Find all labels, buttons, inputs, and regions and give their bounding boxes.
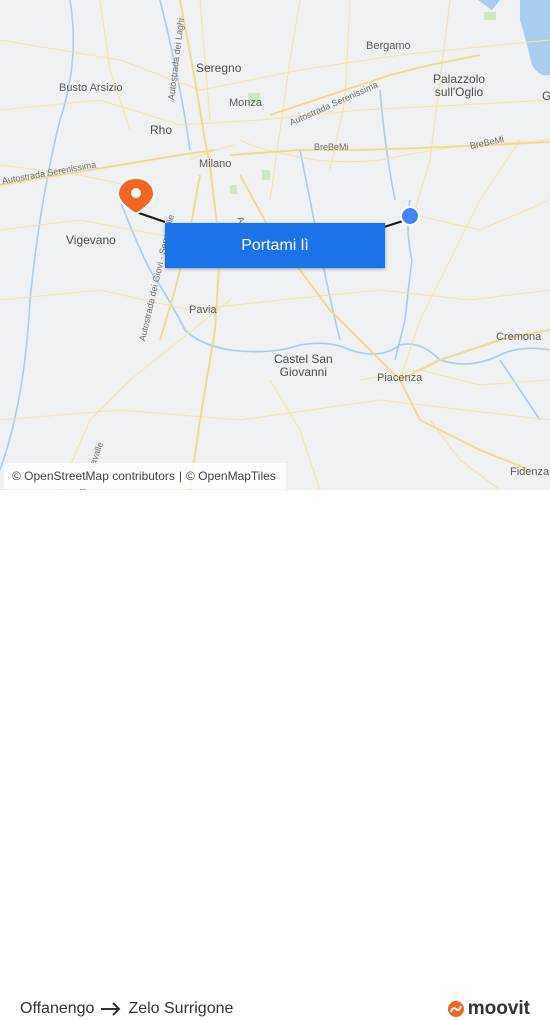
road-label-brebemi: BreBeMi: [314, 142, 349, 152]
park: [230, 185, 237, 194]
place-label-monza: Monza: [229, 97, 263, 109]
portami-li-button[interactable]: Portami lì: [165, 223, 385, 268]
place-label-edge: G: [542, 89, 550, 103]
park: [262, 170, 270, 180]
place-label-bergamo: Bergamo: [366, 40, 411, 52]
lake: [520, 0, 550, 76]
place-label-busto-arsizio: Busto Arsizio: [59, 82, 123, 94]
attribution-separator: |: [178, 469, 183, 483]
moovit-logo: moovit: [447, 998, 530, 1020]
map[interactable]: Bergamo Seregno Busto Arsizio Monza Pala…: [0, 0, 550, 490]
origin-marker[interactable]: [400, 206, 420, 226]
arrow-right-icon: [101, 1002, 121, 1016]
place-label-pavia: Pavia: [189, 304, 217, 316]
map-attribution: © OpenStreetMap contributors | © OpenMap…: [4, 463, 286, 489]
place-label-rho: Rho: [150, 123, 173, 137]
park: [484, 12, 496, 20]
place-label-cremona: Cremona: [496, 331, 542, 343]
place-label-vigevano: Vigevano: [66, 233, 116, 247]
place-label-palazzolo: Palazzolo sull'Oglio: [433, 72, 486, 99]
route-destination: Zelo Surrigone: [128, 1000, 234, 1017]
place-label-castel-san-giovanni: Castel San Giovanni: [274, 352, 333, 379]
place-label-milano: Milano: [199, 158, 232, 170]
route-origin: Offanengo: [20, 1000, 95, 1017]
moovit-logo-icon: [447, 1001, 464, 1017]
omt-attribution-link[interactable]: © OpenMapTiles: [186, 469, 276, 483]
place-label-seregno: Seregno: [196, 61, 242, 75]
place-label-piacenza: Piacenza: [377, 372, 423, 384]
lake: [478, 0, 500, 10]
moovit-wordmark: moovit: [467, 998, 530, 1019]
footer: Offanengo Zelo Surrigone moovit: [0, 490, 550, 1019]
osm-attribution-link[interactable]: © OpenStreetMap contributors: [12, 469, 175, 483]
route-summary: Offanengo Zelo Surrigone: [20, 1000, 233, 1018]
place-label-fidenza: Fidenza: [510, 466, 550, 478]
